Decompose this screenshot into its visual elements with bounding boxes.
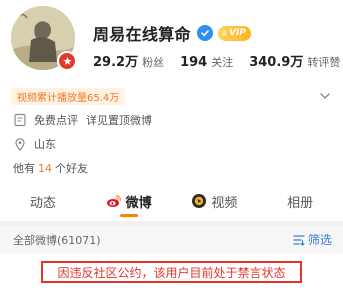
rating-icon [14, 113, 26, 127]
friends-row[interactable]: 他有 14 个好友 [13, 159, 88, 177]
play-count-row: 视频累计播放量65.4万 [11, 87, 332, 105]
following-count[interactable]: 194 [180, 55, 207, 70]
tab-label: 微博 [125, 195, 152, 211]
filter-label: 筛选 [307, 233, 332, 247]
profile-stats: 29.2万 粉丝 194 关注 340.9万 转评赞 [93, 51, 341, 70]
video-icon [192, 194, 207, 208]
followers-count[interactable]: 29.2万 [93, 51, 138, 70]
filter-icon [293, 234, 305, 246]
verified-icon[interactable] [196, 25, 213, 41]
tab-activity[interactable]: 动态 [0, 183, 86, 219]
interactions-count: 340.9万 [249, 55, 304, 70]
profile-tabs: 动态 微博 视频 相册 [0, 183, 343, 219]
tab-label: 相册 [287, 195, 314, 211]
ban-notice: 因违反社区公约，该用户目前处于禁言状态 [41, 261, 302, 283]
rating-row: 免费点评 详见置顶微博 [13, 111, 152, 129]
vip-label: VIP [228, 28, 246, 38]
following-label[interactable]: 关注 [211, 54, 233, 70]
followers-label[interactable]: 粉丝 [142, 54, 164, 70]
feed-filter-bar: 全部微博(61071) 筛选 [0, 226, 343, 253]
interactions-label: 转评赞 [307, 56, 341, 69]
all-posts-count[interactable]: 全部微博(61071) [13, 232, 101, 248]
free-rating-link[interactable]: 免费点评 [34, 112, 78, 128]
tab-video[interactable]: 视频 [172, 183, 258, 219]
profile-name-row: 周易在线算命 ♛ VIP [93, 22, 251, 44]
friends-suffix: 个好友 [55, 162, 88, 175]
location-pin-icon [15, 138, 25, 151]
pinned-post-link[interactable]: 详见置顶微博 [86, 112, 152, 128]
friends-prefix: 他有 [13, 162, 35, 175]
ban-notice-text: 因违反社区公约，该用户目前处于禁言状态 [57, 265, 286, 280]
tab-label: 视频 [211, 195, 238, 211]
tab-weibo[interactable]: 微博 [86, 183, 172, 219]
filter-button[interactable]: 筛选 [293, 231, 332, 248]
friends-count: 14 [38, 161, 52, 175]
vip-badge[interactable]: ♛ VIP [217, 25, 251, 41]
crown-icon: ♛ [220, 28, 228, 38]
profile-name: 周易在线算命 [93, 25, 191, 44]
weibo-badge-icon [57, 51, 77, 71]
avatar[interactable] [11, 6, 77, 71]
tab-album[interactable]: 相册 [257, 183, 343, 219]
weibo-icon [106, 195, 121, 207]
location-text: 山东 [34, 138, 56, 151]
tab-label: 动态 [29, 195, 56, 211]
chevron-down-icon[interactable] [318, 89, 332, 103]
location-row: 山东 [13, 135, 56, 153]
play-count-tag: 视频累计播放量65.4万 [11, 87, 126, 105]
